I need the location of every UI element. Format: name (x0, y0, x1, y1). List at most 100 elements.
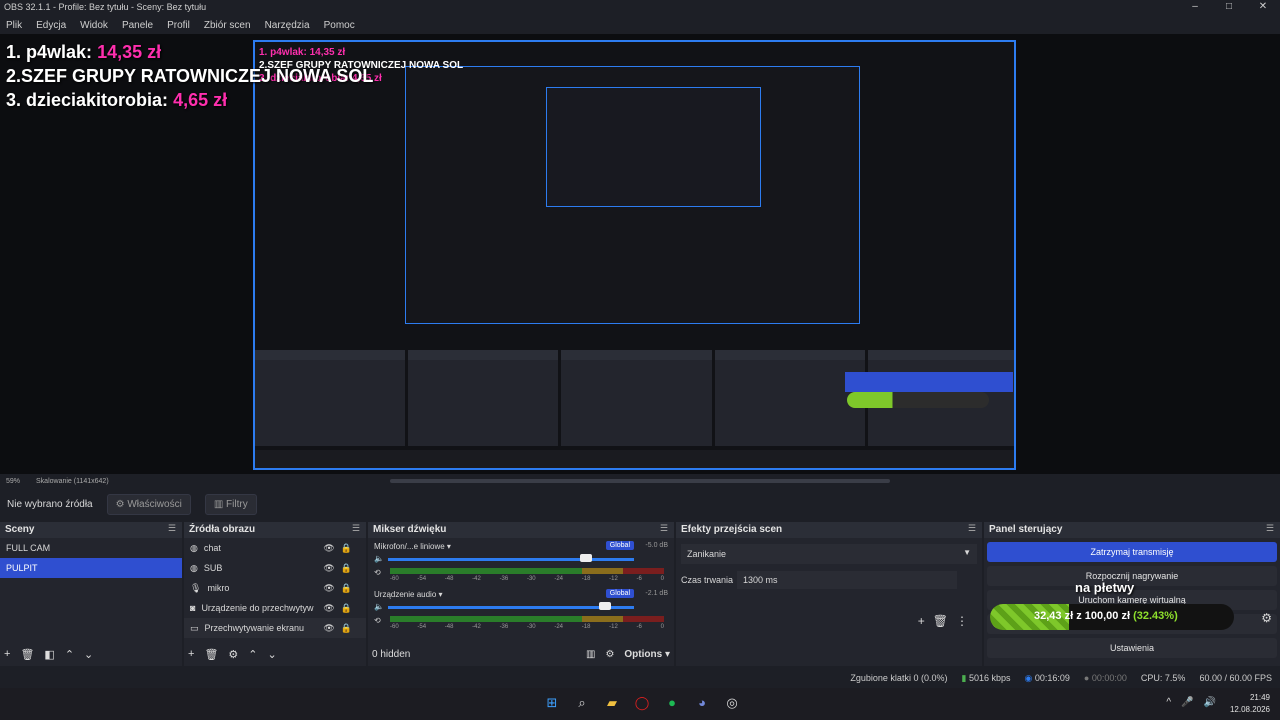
filters-button[interactable]: ▥ Filtry (204, 493, 257, 515)
rec-time: ● 00:00:00 (1083, 673, 1127, 683)
opera-icon[interactable]: ◯ (633, 694, 651, 712)
move-down-icon[interactable]: ⌄ (268, 648, 277, 661)
scenes-dock-title: Sceny ☰ (0, 522, 182, 538)
add-icon[interactable]: + (918, 614, 933, 628)
sources-dock: Źródła obrazu ☰ ◍ chat 👁🔒 ◍ SUB 👁🔒 🎙 mikro 👁🔒 ◙… (184, 522, 366, 666)
trash-icon[interactable]: 🗑 (933, 614, 956, 628)
scene-item[interactable]: PULPIT (0, 558, 182, 578)
spotify-icon[interactable]: ● (663, 694, 681, 712)
visibility-lock-icons[interactable]: 👁🔒 (323, 563, 358, 574)
trash-icon[interactable]: 🗑 (20, 648, 34, 661)
menu-tools[interactable]: Narzędzia (265, 20, 310, 31)
visibility-lock-icons[interactable]: 👁🔒 (323, 623, 358, 634)
filter-icon[interactable]: ◧ (44, 648, 54, 661)
minimize-button[interactable]: – (1178, 0, 1212, 16)
windows-start-icon[interactable]: ⊞ (543, 694, 561, 712)
menu-docks[interactable]: Panele (122, 20, 153, 31)
source-item[interactable]: ◍ SUB 👁🔒 (184, 558, 366, 578)
gear-icon[interactable]: ⚙ (228, 648, 238, 661)
menu-view[interactable]: Widok (80, 20, 108, 31)
global-badge: Global (605, 589, 634, 598)
layout-icon[interactable]: ▥ (586, 649, 595, 660)
search-icon[interactable]: ⌕ (573, 694, 591, 712)
source-item[interactable]: 🎙 mikro 👁🔒 (184, 578, 366, 598)
channel-name[interactable]: Urządzenie audio ▾ (374, 590, 443, 599)
volume-knob[interactable] (598, 602, 611, 610)
visibility-lock-icons[interactable]: 👁🔒 (323, 543, 358, 554)
move-up-icon[interactable]: ⌃ (248, 648, 257, 661)
donation-ranking: 1. p4wlak: 14,35 zł 2.SZEF GRUPY RATOWNI… (6, 40, 373, 112)
gear-icon[interactable]: ⚙ (1261, 611, 1272, 625)
status-bar: Zgubione klatki 0 (0.0%) ▮ 5016 kbps ◉ 0… (0, 670, 1280, 688)
chat-icon: ◍ (190, 542, 198, 553)
broadcast-icon: ◉ (1024, 673, 1033, 683)
source-item[interactable]: ▭ Przechwytywanie ekranu 👁🔒 (184, 618, 366, 638)
close-button[interactable]: ✕ (1246, 0, 1280, 16)
discord-icon[interactable]: ◕ (693, 694, 711, 712)
preview-canvas[interactable]: 1. p4wlak: 14,35 zł 2.SZEF GRUPY RATOWNI… (0, 34, 1280, 474)
dock-menu-icon[interactable]: ☰ (1266, 523, 1274, 534)
menu-edit[interactable]: Edycja (36, 20, 66, 31)
hidden-count[interactable]: 0 hidden (372, 649, 410, 660)
trash-icon[interactable]: 🗑 (204, 648, 218, 661)
folder-icon[interactable]: ▰ (603, 694, 621, 712)
level-meter (390, 568, 664, 574)
settings-button[interactable]: Ustawienia (987, 638, 1277, 658)
obs-icon[interactable]: ◎ (723, 694, 741, 712)
more-icon[interactable]: ⋮ (956, 614, 976, 628)
move-up-icon[interactable]: ⌃ (65, 648, 74, 661)
menu-file[interactable]: Plik (6, 20, 22, 31)
nested-screen-inner (546, 87, 761, 207)
menu-help[interactable]: Pomoc (324, 20, 355, 31)
advanced-audio-icon[interactable]: ⚙ (605, 649, 614, 660)
controls-dock: Panel sterujący ☰ Zatrzymaj transmisję Ro… (984, 522, 1280, 666)
channel-name[interactable]: Mikrofon/...e liniowe ▾ (374, 542, 451, 551)
duration-input[interactable]: 1300 ms (737, 571, 957, 589)
zoom-level[interactable]: 59% (6, 478, 20, 485)
system-clock[interactable]: 21:49 12.08.2026 (1230, 692, 1270, 716)
dock-menu-icon[interactable]: ☰ (660, 523, 668, 534)
record-icon: ● (1083, 673, 1090, 683)
monitor-icon[interactable]: ⟲ (374, 616, 381, 625)
maximize-button[interactable]: □ (1212, 0, 1246, 16)
ranking-row: 3. dzieciakitorobia: 4,65 zł (6, 90, 228, 110)
dock-menu-icon[interactable]: ☰ (352, 523, 360, 534)
source-toolbar: Nie wybrano źródła ⚙ Właściwości ▥ Filtr… (0, 490, 1280, 518)
volume-knob[interactable] (579, 554, 592, 562)
visibility-lock-icons[interactable]: 👁🔒 (323, 603, 358, 614)
add-icon[interactable]: + (188, 648, 194, 660)
source-item[interactable]: ◙ Urządzenie do przechwytyw 👁🔒 (184, 598, 366, 618)
preview-scrollbar[interactable] (390, 479, 890, 483)
dock-menu-icon[interactable]: ☰ (968, 523, 976, 534)
monitor-icon[interactable]: ⟲ (374, 568, 381, 577)
menu-scene-collection[interactable]: Zbiór scen (204, 20, 251, 31)
speaker-icon[interactable]: 🔈 (374, 602, 384, 611)
mixer-dock-title: Mikser dźwięku ☰ (368, 522, 674, 538)
chevron-down-icon: ▼ (963, 548, 971, 557)
source-item[interactable]: ◍ chat 👁🔒 (184, 538, 366, 558)
scene-item[interactable]: FULL CAM (0, 538, 182, 558)
title-bar: OBS 32.1.1 - Profile: Bez tytułu - Sceny… (0, 0, 1280, 16)
volume-slider[interactable] (388, 606, 634, 609)
stop-stream-button[interactable]: Zatrzymaj transmisję (987, 542, 1277, 562)
mixer-channel: Urządzenie audio ▾ Global -2.1 dB 🔈 ⟲ -6… (368, 586, 674, 634)
properties-button[interactable]: ⚙ Właściwości (106, 493, 191, 515)
camera-icon: ◙ (190, 603, 196, 613)
sources-dock-title: Źródła obrazu ☰ (184, 522, 366, 538)
move-down-icon[interactable]: ⌄ (84, 648, 93, 661)
muted-speaker-icon[interactable]: 🔈 (374, 554, 384, 563)
options-button[interactable]: Options ▾ (624, 649, 670, 660)
ranking-row: 1. p4wlak: 14,35 zł (6, 42, 162, 62)
volume-slider[interactable] (388, 558, 634, 561)
goal-title: na płetwy (1075, 580, 1135, 595)
menu-profile[interactable]: Profil (167, 20, 190, 31)
transition-select[interactable]: Zanikanie ▼ (681, 544, 977, 564)
scaling-select[interactable]: Skalowanie (1141x642) (36, 478, 109, 485)
db-readout: -5.0 dB (645, 542, 668, 549)
add-icon[interactable]: + (4, 648, 10, 660)
system-tray[interactable]: ^🎤🔊 (1166, 697, 1226, 708)
dock-menu-icon[interactable]: ☰ (168, 523, 176, 534)
bitrate: ▮ 5016 kbps (961, 673, 1011, 683)
transition-tools: +🗑⋮ (918, 614, 976, 628)
visibility-lock-icons[interactable]: 👁🔒 (323, 583, 358, 594)
